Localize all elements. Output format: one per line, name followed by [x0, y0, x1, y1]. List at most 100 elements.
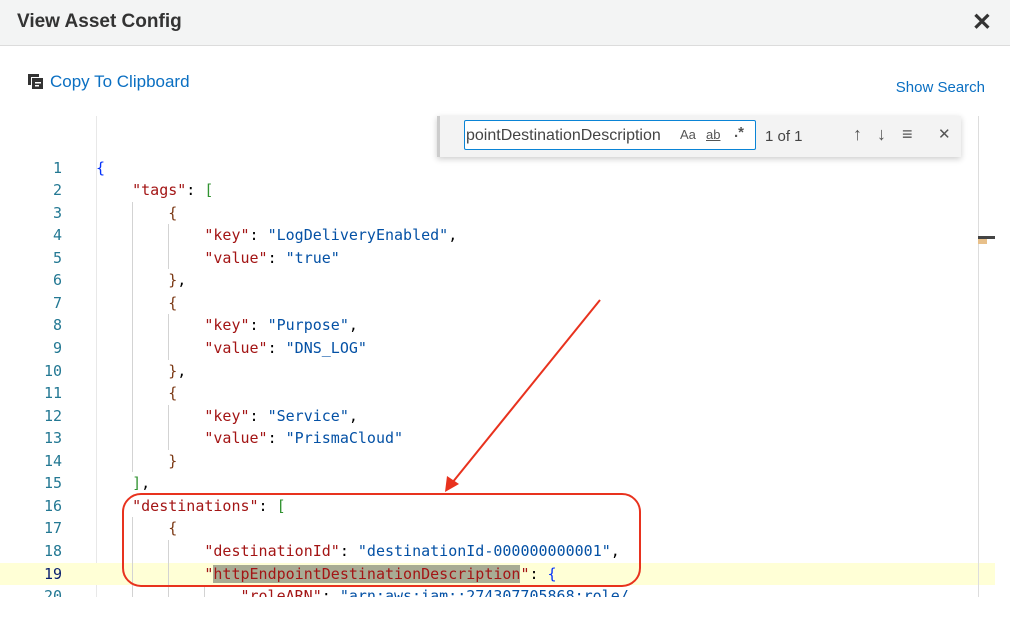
code-text: {	[168, 517, 177, 540]
code-token: }	[168, 451, 178, 470]
line-number: 7	[52, 293, 62, 312]
search-match: httpEndpointDestinationDescription	[213, 564, 521, 583]
code-text: }	[168, 450, 177, 473]
code-token: "roleARN"	[240, 587, 322, 597]
dialog-header: View Asset Config ✕	[0, 0, 1010, 46]
code-line[interactable]: 8 "key": "Purpose",	[0, 314, 995, 337]
code-text: "httpEndpointDestinationDescription": {	[204, 563, 557, 586]
code-token: {	[168, 293, 178, 312]
indent-guide	[132, 562, 134, 586]
code-text: "key": "LogDeliveryEnabled",	[204, 224, 457, 247]
code-token: [	[276, 496, 286, 515]
code-token: ,	[348, 316, 358, 335]
line-number: 16	[43, 496, 62, 515]
code-line[interactable]: 16 "destinations": [	[0, 495, 995, 518]
code-line[interactable]: 5 "value": "true"	[0, 246, 995, 270]
code-line[interactable]: 12 "key": "Service",	[0, 404, 995, 428]
dialog-title: View Asset Config	[17, 11, 182, 32]
code-token: ,	[448, 226, 458, 245]
code-line[interactable]: 6},	[0, 269, 995, 292]
code-token: "LogDeliveryEnabled"	[267, 226, 449, 245]
code-line[interactable]: 15],	[0, 472, 995, 495]
code-text: {	[168, 202, 177, 225]
next-match-icon[interactable]: ↓	[877, 124, 886, 145]
code-text: {	[96, 157, 105, 180]
code-token: ,	[141, 474, 151, 493]
code-token: "true"	[285, 248, 340, 267]
whole-word-toggle[interactable]: ab	[706, 127, 721, 142]
code-line[interactable]: 1{	[0, 157, 995, 180]
indent-guide	[168, 224, 170, 247]
code-token: [	[204, 181, 214, 200]
code-text: },	[168, 269, 186, 292]
code-line[interactable]: 14}	[0, 449, 995, 473]
code-line[interactable]: 4 "key": "LogDeliveryEnabled",	[0, 224, 995, 247]
regex-toggle[interactable]: .*	[734, 124, 745, 141]
copy-to-clipboard-button[interactable]: Copy To Clipboard	[27, 72, 190, 92]
line-number: 15	[43, 474, 62, 493]
scrollbar[interactable]	[978, 116, 979, 597]
indent-guide	[132, 585, 134, 597]
code-line[interactable]: 13 "value": "PrismaCloud"	[0, 427, 995, 450]
code-line[interactable]: 3{	[0, 201, 995, 225]
code-token: "value"	[204, 248, 268, 267]
indent-guide	[168, 585, 170, 597]
code-token: :	[339, 542, 358, 561]
code-line[interactable]: 17 {	[0, 517, 995, 540]
code-line[interactable]: 2 "tags": [	[0, 179, 995, 202]
code-text: "destinationId": "destinationId-00000000…	[204, 540, 619, 563]
show-search-link[interactable]: Show Search	[896, 79, 985, 96]
code-line[interactable]: 10},	[0, 359, 995, 383]
find-in-selection-icon[interactable]: ≡	[902, 124, 913, 145]
indent-guide	[132, 246, 134, 270]
indent-guide	[132, 314, 134, 337]
indent-guide	[132, 291, 134, 315]
code-line[interactable]: 9 "value": "DNS_LOG"	[0, 336, 995, 360]
code-text: "value": "PrismaCloud"	[204, 427, 403, 450]
code-token: "DNS_LOG"	[285, 338, 367, 357]
previous-match-icon[interactable]: ↑	[853, 124, 862, 145]
code-text: "destinations": [	[132, 495, 286, 518]
line-number: 17	[43, 519, 62, 538]
match-case-toggle[interactable]: Aa	[680, 127, 696, 142]
close-icon[interactable]: ✕	[972, 8, 992, 37]
code-line[interactable]: 19 "httpEndpointDestinationDescription": …	[0, 562, 995, 586]
line-number: 8	[52, 316, 62, 335]
line-number: 11	[43, 384, 62, 403]
line-number: 1	[52, 158, 62, 177]
code-line[interactable]: 11 {	[0, 382, 995, 405]
code-token: :	[529, 564, 548, 583]
line-number: 20	[43, 587, 62, 597]
code-token: :	[321, 587, 340, 597]
indent-guide	[132, 382, 134, 405]
code-token: :	[258, 496, 277, 515]
code-token: {	[168, 203, 178, 222]
indent-guide	[168, 246, 170, 270]
code-token: :	[267, 248, 286, 267]
code-text: {	[168, 292, 177, 315]
indent-guide	[168, 562, 170, 586]
line-number: 6	[52, 271, 62, 290]
code-token: "PrismaCloud"	[285, 429, 404, 448]
line-number: 13	[43, 429, 62, 448]
code-text: "value": "DNS_LOG"	[204, 337, 367, 360]
line-number: 2	[52, 181, 62, 200]
code-token: ]	[132, 474, 142, 493]
code-token: ,	[348, 406, 358, 425]
code-token: "tags"	[132, 181, 187, 200]
code-editor[interactable]: 1{2 "tags": [3{4 "key": "LogDeliveryEnable…	[0, 116, 995, 597]
code-line[interactable]: 7{	[0, 291, 995, 315]
code-text: "tags": [	[132, 179, 213, 202]
code-line[interactable]: 18 "destinationId": "destinationId-000000…	[0, 540, 995, 563]
code-token: :	[249, 316, 268, 335]
indent-guide	[168, 336, 170, 360]
code-text: "key": "Service",	[204, 405, 358, 428]
code-token: }	[168, 361, 178, 380]
find-widget: pointDestinationDescription Aa ab .* 1 o…	[437, 116, 961, 157]
code-line[interactable]: 20 "roleARN": "arn:aws:iam::274307705868:…	[0, 585, 995, 597]
copy-label: Copy To Clipboard	[50, 72, 190, 91]
close-find-icon[interactable]: ✕	[938, 125, 951, 143]
code-text: "value": "true"	[204, 247, 339, 270]
line-number: 18	[43, 542, 62, 561]
code-token: :	[267, 429, 286, 448]
